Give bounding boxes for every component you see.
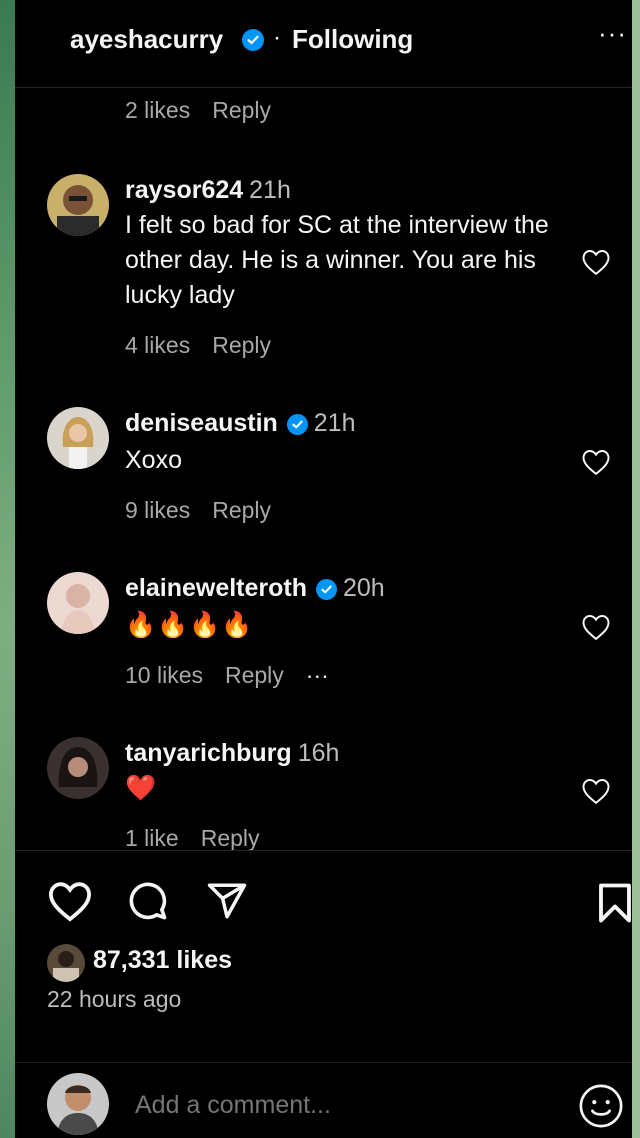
comment-text: I felt so bad for SC at the interview th… [125,211,549,309]
heart-icon[interactable] [581,248,611,276]
smiley-icon[interactable] [578,1083,624,1129]
bookmark-icon[interactable] [597,882,633,924]
comment-text: Xoxo [125,446,182,474]
avatar[interactable] [47,944,85,982]
comment-time: 21h [313,409,356,437]
reply-button[interactable]: Reply [212,332,271,358]
comment-meta: 10 likes Reply ··· [125,662,351,689]
heart-icon[interactable] [581,448,611,476]
avatar[interactable] [47,174,109,236]
add-comment-row [15,1062,632,1138]
comment-likes[interactable]: 1 like [125,825,179,851]
verified-badge-icon [242,29,264,51]
verified-badge-icon [315,578,337,600]
comment-time: 21h [249,176,291,204]
reply-button[interactable]: Reply [212,497,271,523]
comment-more-button[interactable]: ··· [306,662,329,688]
comment-text-fire-emojis: 🔥🔥🔥🔥 [125,611,254,639]
comment-time: 16h [297,739,340,767]
comment-username[interactable]: deniseaustin 21h [125,409,356,438]
comment-likes[interactable]: 9 likes [125,497,190,523]
comment-icon[interactable] [127,880,171,924]
send-icon[interactable] [205,880,249,922]
header-separator: · [273,24,281,51]
comment-username[interactable]: elainewelteroth 20h [125,574,385,603]
comment-meta: 2 likes Reply [125,97,293,124]
comment-meta: 1 like Reply [125,825,282,852]
following-button[interactable]: Following [292,24,413,55]
background-strip-right [632,0,640,1138]
comment-username[interactable]: tanyarichburg 16h [125,739,339,768]
header-username[interactable]: ayeshacurry [70,24,223,55]
avatar[interactable] [47,737,109,799]
post-likes-count[interactable]: 87,331 likes [93,946,232,975]
add-comment-input[interactable] [135,1091,457,1120]
post-timestamp: 22 hours ago [47,986,182,1012]
section-divider [15,850,632,851]
more-options-button[interactable]: ··· [598,18,627,49]
comment-username[interactable]: raysor624 21h [125,176,291,205]
comment-likes[interactable]: 10 likes [125,662,203,688]
reply-button[interactable]: Reply [201,825,260,851]
background-strip-left [0,0,15,1138]
reply-button[interactable]: Reply [225,662,284,688]
comment-meta: 9 likes Reply [125,497,293,524]
heart-icon[interactable] [47,880,93,922]
comment-likes[interactable]: 4 likes [125,332,190,358]
heart-icon[interactable] [581,613,611,641]
avatar[interactable] [47,407,109,469]
comment-meta: 4 likes Reply [125,332,293,359]
comment-time: 20h [342,574,385,602]
verified-badge-icon [286,413,308,435]
comment-likes[interactable]: 2 likes [125,97,190,123]
heart-icon[interactable] [581,777,611,805]
post-comments-panel: ayeshacurry · Following ··· 2 likes Reply… [15,0,632,1138]
avatar[interactable] [47,572,109,634]
comment-text-heart-emoji: ❤️ [125,774,157,802]
reply-button[interactable]: Reply [212,97,271,123]
post-header: ayeshacurry · Following ··· [15,0,632,88]
avatar [47,1073,109,1135]
